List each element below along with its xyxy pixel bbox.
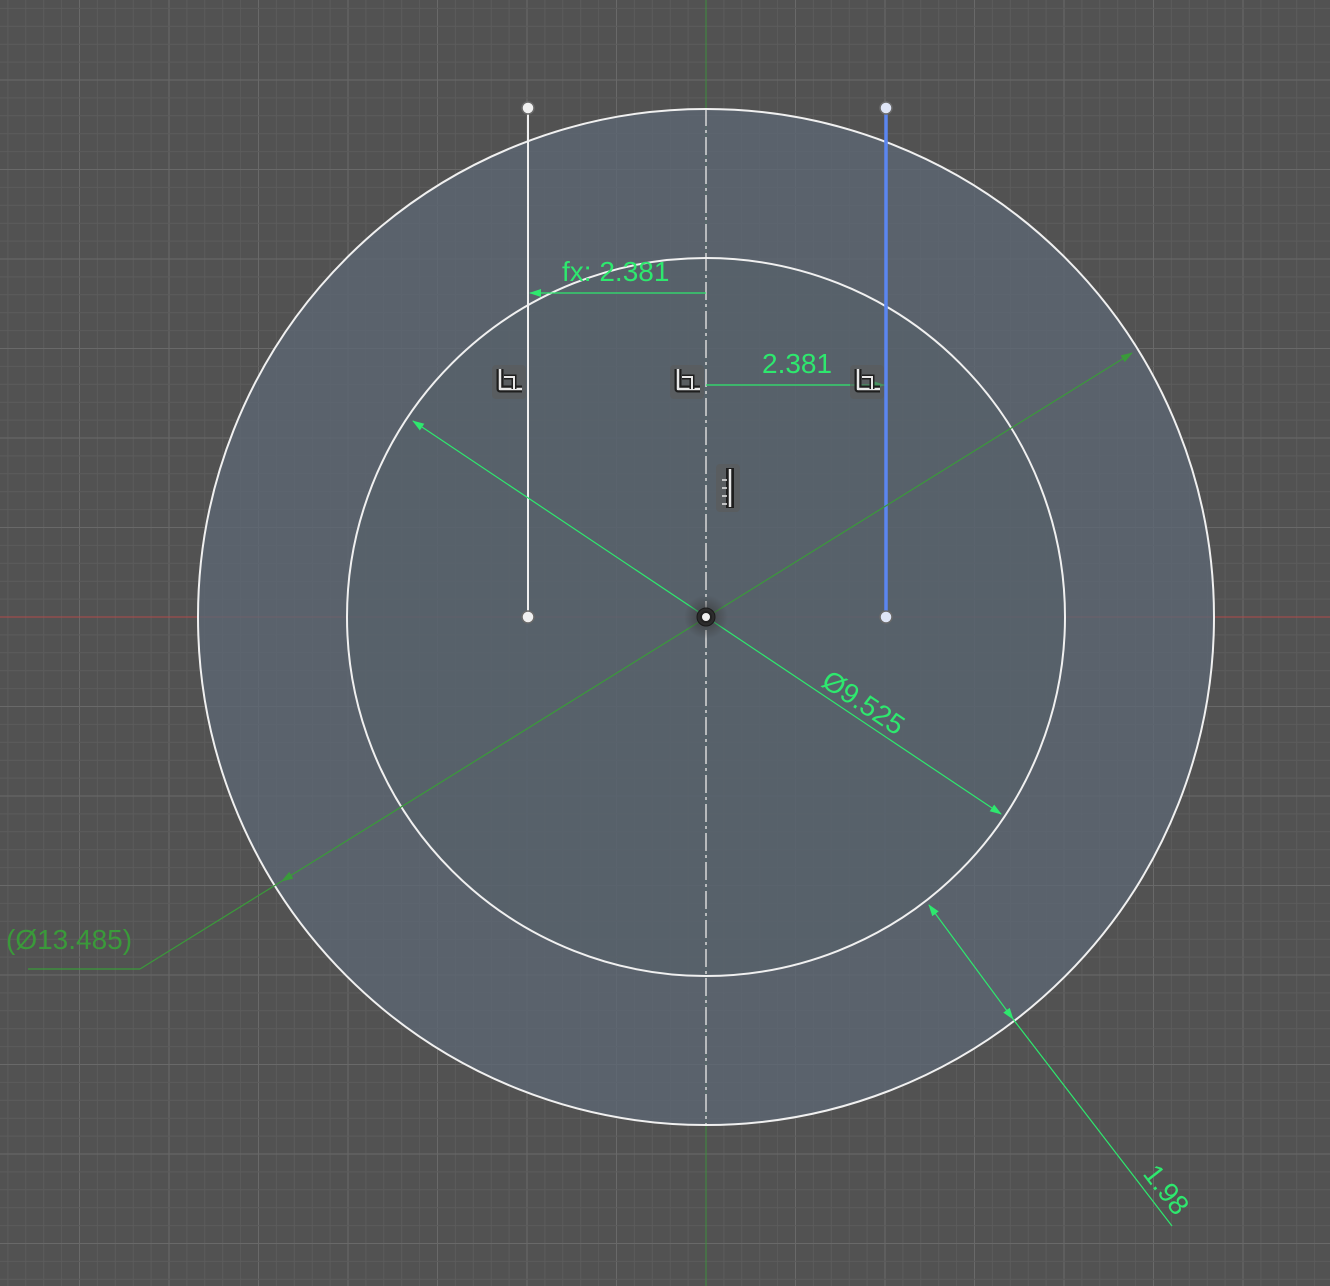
dimension-outer-diameter-reference-label[interactable]: (Ø13.485) [6, 924, 132, 955]
dimension-offset-fx-label[interactable]: fx: 2.381 [562, 256, 669, 287]
vertical-icon[interactable] [716, 464, 740, 512]
perpendicular-icon[interactable] [850, 365, 884, 399]
perpendicular-icon[interactable] [670, 365, 704, 399]
point-left-top[interactable] [521, 101, 535, 115]
point-right-bottom[interactable] [879, 610, 893, 624]
origin-point[interactable] [684, 595, 728, 639]
point-right-top[interactable] [879, 101, 893, 115]
sketch-canvas[interactable]: fx: 2.381 2.381 Ø9.525 (Ø13.485) 1.98 [0, 0, 1330, 1286]
dimension-offset-label[interactable]: 2.381 [762, 348, 832, 379]
perpendicular-icon[interactable] [492, 365, 526, 399]
point-left-bottom[interactable] [521, 610, 535, 624]
